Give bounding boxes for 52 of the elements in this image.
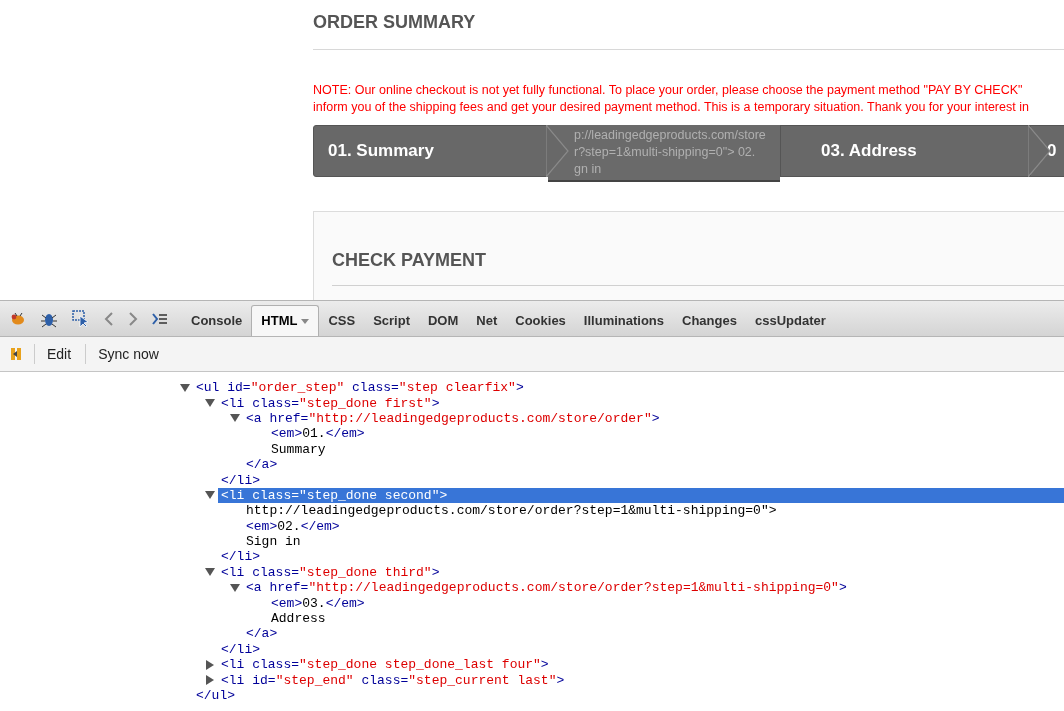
devtools-tab[interactable]: CSS [319,306,365,336]
html-source-line[interactable]: </li> [221,549,260,565]
collapsed-triangle-icon[interactable] [205,659,215,670]
html-source-line[interactable]: <li class="step_done first"> [221,395,440,411]
checkout-note: NOTE: Our online checkout is not yet fully functional. To place your order, please choose the payment method "PAY BY CHECK" inform you of the shipping fees and get your desired payment method. This is a temporary situation. Thank you for your interest in [313,82,1030,116]
devtools-tab[interactable]: HTML [251,305,320,336]
expanded-triangle-icon[interactable] [230,582,240,593]
html-source-line[interactable]: <em>03.</em> [271,595,365,611]
devtools-tab[interactable]: cssUpdater [745,306,835,336]
html-source-line[interactable]: <em>01.</em> [271,426,365,442]
html-source-line[interactable]: <li class="step_done third"> [221,564,440,580]
devtools-tab[interactable]: Console [182,306,252,336]
toolbar-button[interactable]: Sync now [85,344,163,364]
devtools-tab[interactable]: Net [467,306,507,336]
page-heading: ORDER SUMMARY [313,0,1064,50]
html-source-line[interactable]: <ul id="order_step" class="step clearfix"> [196,380,524,396]
step-arrow-icon [546,125,570,177]
bug-icon[interactable] [10,311,26,326]
html-source-line[interactable]: <a href="http://leadingedgeproducts.com/store/order?step=1&multi-shipping=0"> [246,580,847,596]
devtools-tab[interactable]: Script [364,306,419,336]
dropdown-caret-icon[interactable] [301,318,310,324]
html-source-line[interactable]: </li> [221,472,260,488]
html-source-line[interactable]: Address [271,611,326,627]
html-source-line[interactable]: <li id="step_end" class="step_current last"> [221,672,565,688]
devtools-tab[interactable]: DOM [419,306,468,336]
html-source-line[interactable]: </ul> [196,688,235,703]
devtools-tab[interactable]: Cookies [506,306,575,336]
expanded-triangle-icon[interactable] [230,413,240,424]
expanded-triangle-icon[interactable] [180,382,190,393]
step-tooltip: p://leadingedgeproducts.com/store r?step=1&multi-shipping=0"> 02. gn in [548,125,780,182]
inspect-icon[interactable] [72,309,90,328]
html-source-line[interactable]: <em>02.</em> [246,518,340,534]
back-icon[interactable] [104,311,114,326]
edit-mode-icon[interactable] [10,347,24,361]
html-source-line[interactable]: <a href="http://leadingedgeproducts.com/store/order"> [246,410,660,426]
html-source-line[interactable]: </a> [246,457,278,473]
html-source-line[interactable]: http://leadingedgeproducts.com/store/order?step=1&multi-shipping=0"> [246,503,777,519]
expanded-triangle-icon[interactable] [205,490,215,501]
toolbar-button[interactable]: Edit [34,344,76,364]
command-line-icon[interactable] [152,312,168,325]
panel-heading: CHECK PAYMENT [332,247,1064,286]
devtools-tab[interactable]: Changes [673,306,746,336]
html-source-line[interactable]: </a> [246,626,278,642]
html-source-line[interactable]: </li> [221,641,260,657]
devtools-tab[interactable]: Illuminations [574,306,674,336]
expanded-triangle-icon[interactable] [205,398,215,409]
html-source-line[interactable]: <li class="step_done step_done_last four"> [221,657,549,673]
expanded-triangle-icon[interactable] [205,567,215,578]
html-source-line[interactable]: Sign in [246,534,301,550]
html-source-line[interactable]: Summary [271,441,326,457]
forward-icon[interactable] [128,311,138,326]
collapsed-triangle-icon[interactable] [205,675,215,686]
